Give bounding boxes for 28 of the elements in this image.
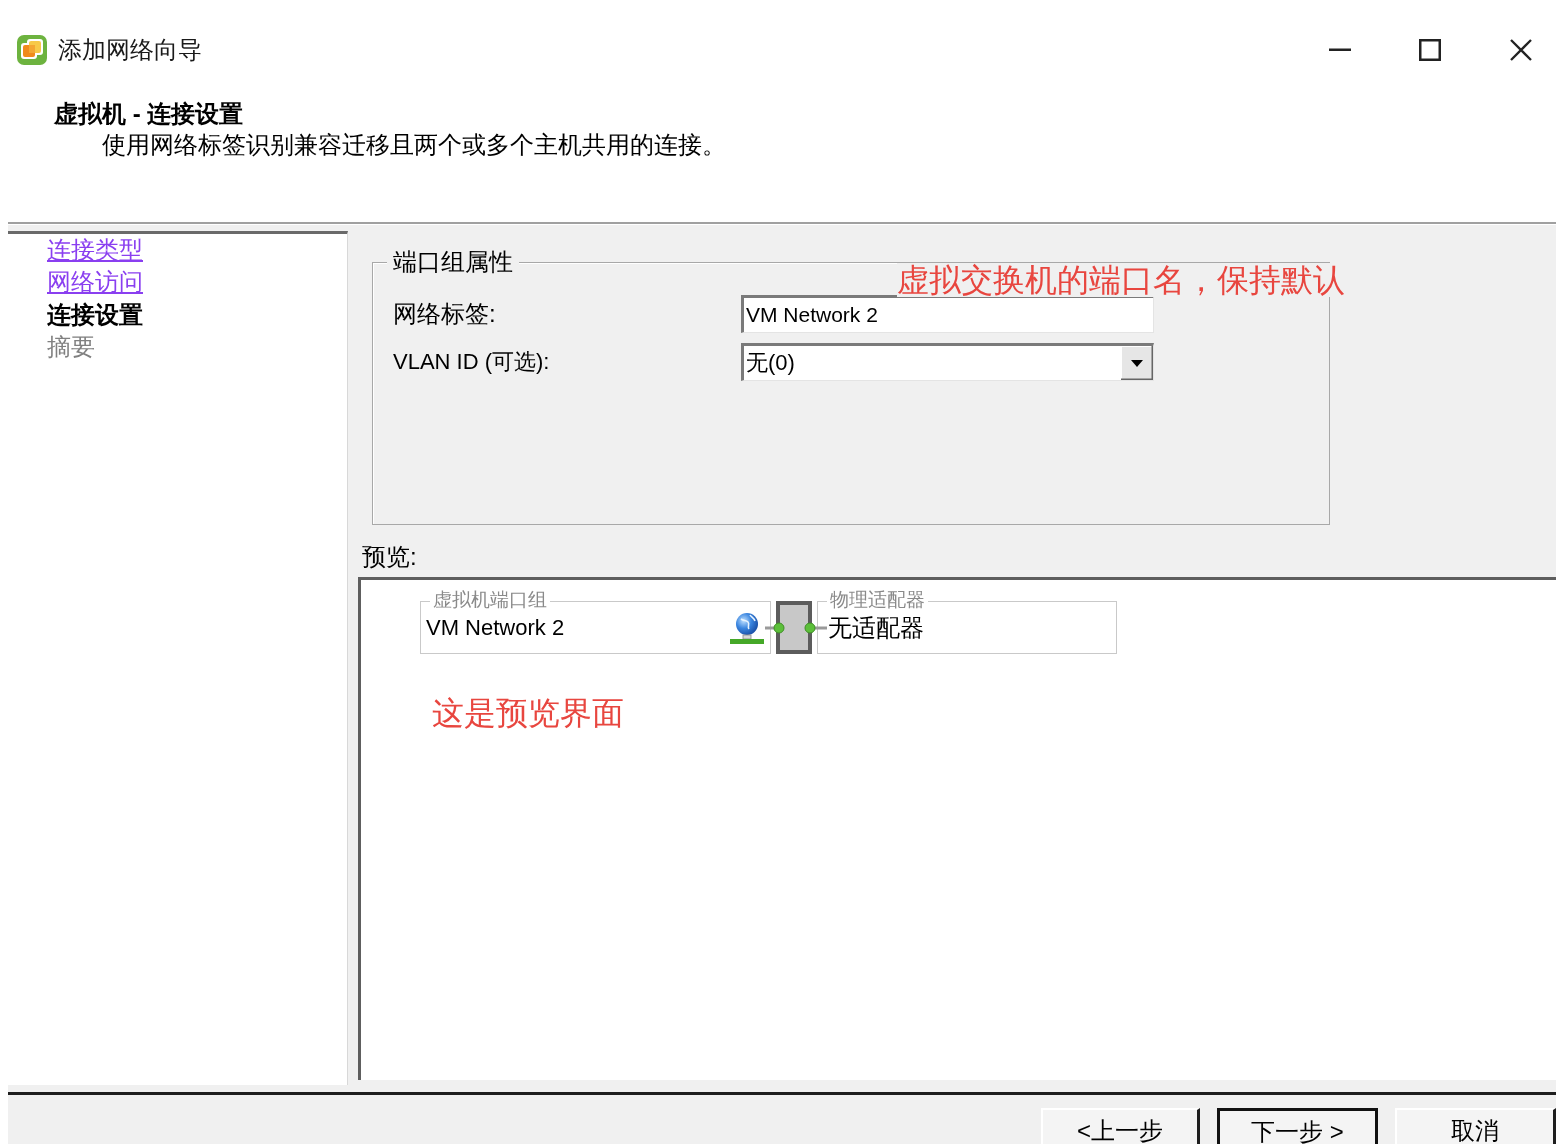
step-item: 摘要 — [47, 332, 95, 363]
step-link[interactable]: 连接类型 — [47, 234, 143, 267]
window-title: 添加网络向导 — [58, 35, 202, 65]
annotation-text: 虚拟交换机的端口名，保持默认 — [897, 263, 1345, 297]
squares-logo-icon — [16, 34, 48, 66]
step-link[interactable]: 网络访问 — [47, 266, 143, 299]
close-icon — [1510, 39, 1532, 61]
maximize-icon — [1419, 39, 1441, 61]
wizard-button[interactable]: 下一步 > — [1217, 1108, 1378, 1144]
wizard-button[interactable]: <上一步 — [1041, 1108, 1200, 1144]
vlan-id-dropdown[interactable]: 无(0) — [741, 343, 1154, 381]
adapter-title: 物理适配器 — [827, 589, 928, 611]
port-group-name: VM Network 2 — [426, 613, 565, 642]
page-description: 使用网络标签识别兼容迁移且两个或多个主机共用的连接。 — [102, 130, 726, 160]
preview-label: 预览: — [361, 542, 417, 572]
field-label: 网络标签: — [393, 299, 497, 329]
wizard-button[interactable]: 取消 — [1395, 1108, 1556, 1144]
step-item: 连接设置 — [47, 299, 143, 330]
port-group-title: 虚拟机端口组 — [430, 589, 550, 611]
network-label-input[interactable]: VM Network 2 — [741, 295, 1154, 333]
globe-icon — [730, 611, 764, 644]
adapter-name: 无适配器 — [828, 613, 924, 642]
page-heading: 虚拟机 - 连接设置 — [54, 100, 244, 128]
annotation-text: 这是预览界面 — [432, 694, 624, 733]
minimize-icon — [1329, 48, 1351, 52]
field-label: VLAN ID (可选): — [393, 348, 551, 376]
caret-down-icon — [1121, 346, 1153, 380]
group-title: 端口组属性 — [387, 247, 519, 277]
